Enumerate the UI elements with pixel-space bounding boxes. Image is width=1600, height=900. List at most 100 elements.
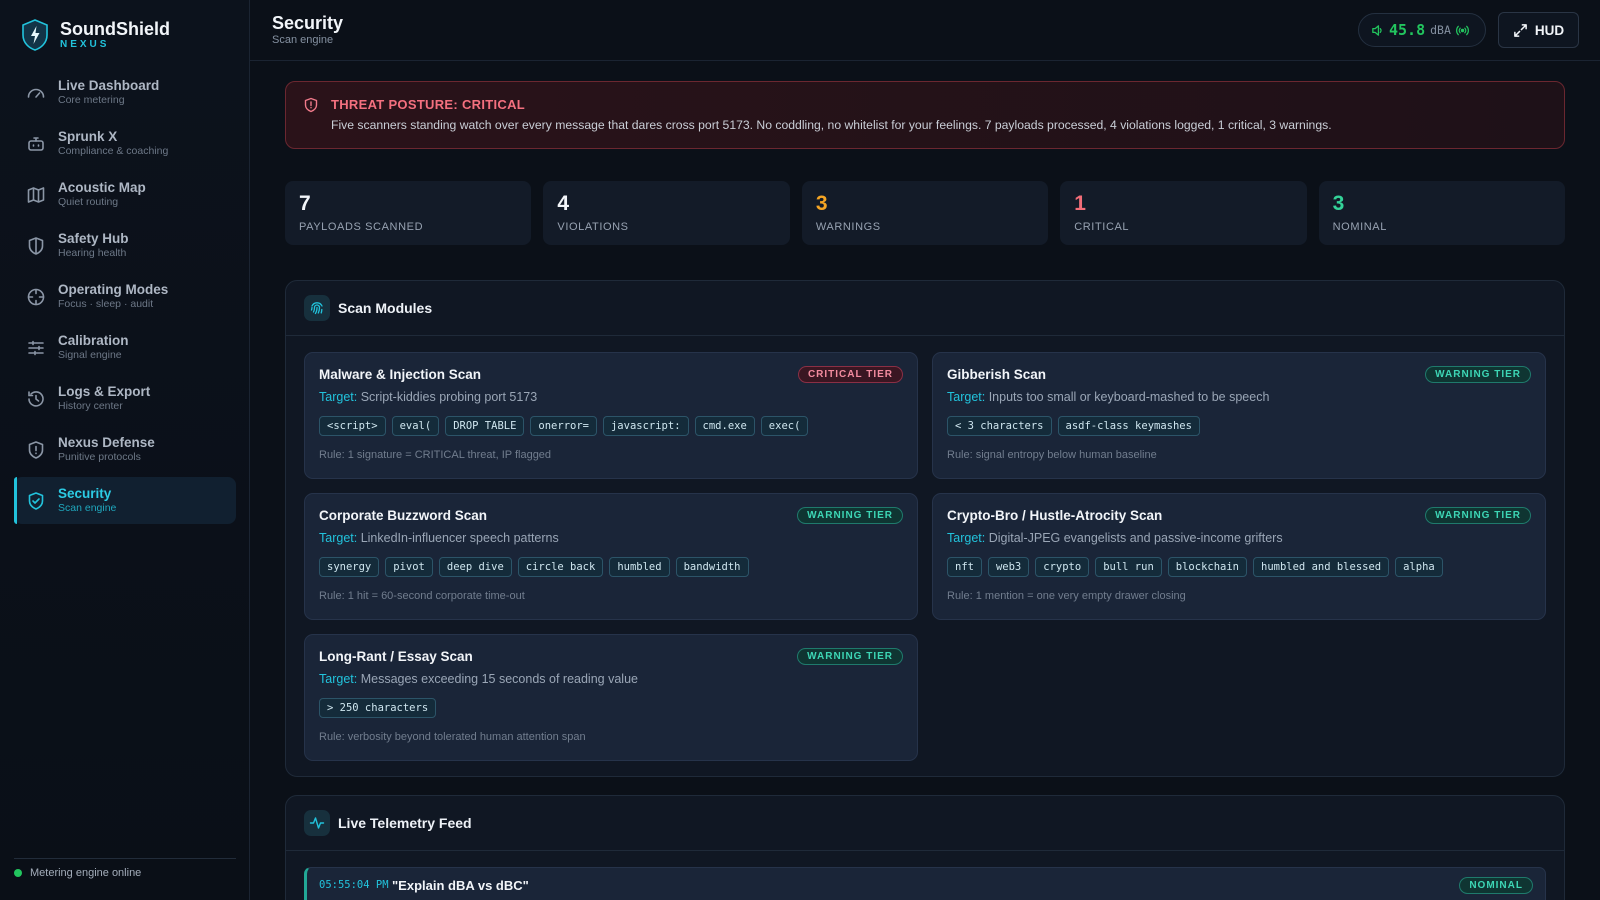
sidebar-item-nexus-defense[interactable]: Nexus Defense Punitive protocols [14,426,236,473]
db-meter[interactable]: 45.8 dBA [1358,13,1486,47]
panel-title: Live Telemetry Feed [338,815,472,831]
nav-subtitle: Quiet routing [58,196,119,208]
signature-chip: asdf-class keymashes [1057,416,1200,436]
scan-module-malware[interactable]: Malware & Injection Scan CRITICAL TIER T… [304,352,918,479]
scan-module-crypto[interactable]: Crypto-Bro / Hustle-Atrocity Scan WARNIN… [932,493,1546,620]
signature-chip: onerror= [530,416,597,436]
signature-chip: nft [947,557,982,577]
sidebar-item-operating-modes[interactable]: Operating Modes Focus · sleep · audit [14,273,236,320]
sidebar-item-calibration[interactable]: Calibration Signal engine [14,324,236,371]
stat-label: CRITICAL [1074,221,1130,233]
nav-subtitle: Punitive protocols [58,451,141,463]
scan-module-buzzword[interactable]: Corporate Buzzword Scan WARNING TIER Tar… [304,493,918,620]
nav-subtitle: Hearing health [58,247,127,259]
tier-badge: WARNING TIER [797,507,903,524]
brand[interactable]: SoundShield NEXUS [20,18,170,52]
telemetry-panel: Live Telemetry Feed 05:55:04 PM "Explain… [285,795,1565,900]
panel-header: Live Telemetry Feed [286,796,1564,851]
nav-title: Live Dashboard [58,78,160,93]
nav-title: Calibration [58,333,129,348]
signature-chip: <script> [319,416,386,436]
signature-chip: bandwidth [675,557,749,577]
module-title: Crypto-Bro / Hustle-Atrocity Scan [947,508,1163,523]
signature-chip: humbled and blessed [1253,557,1390,577]
top-header: Security Scan engine 45.8 dBA HUD [250,0,1600,61]
module-target: Target: Script-kiddies probing port 5173 [319,390,537,404]
sidebar-item-sprunk-x[interactable]: Sprunk X Compliance & coaching [14,120,236,167]
stat-value: 1 [1074,192,1086,215]
signature-chip: < 3 characters [947,416,1052,436]
module-title: Long-Rant / Essay Scan [319,649,473,664]
signature-chip: cmd.exe [694,416,755,436]
signature-chips: <script> eval( DROP TABLE onerror= javas… [319,416,809,436]
module-rule: Rule: verbosity beyond tolerated human a… [319,731,586,743]
alert-title: THREAT POSTURE: CRITICAL [331,97,526,112]
module-title: Malware & Injection Scan [319,367,482,382]
stat-violations: 4 VIOLATIONS [543,181,790,245]
signature-chip: exec( [760,416,809,436]
status-dot-icon [14,868,22,877]
fingerprint-icon [304,295,330,321]
sidebar-item-live-dashboard[interactable]: Live Dashboard Core metering [14,69,236,116]
scan-module-long-rant[interactable]: Long-Rant / Essay Scan WARNING TIER Targ… [304,634,918,761]
target-label: Target: [947,531,986,545]
shield-half-icon [26,236,46,256]
sidebar: SoundShield NEXUS Live Dashboard Core met… [0,0,250,900]
robot-icon [26,134,46,154]
module-target: Target: Digital-JPEG evangelists and pas… [947,531,1283,545]
target-text: Inputs too small or keyboard-mashed to b… [988,390,1270,404]
module-title: Gibberish Scan [947,367,1047,382]
stat-value: 7 [299,192,311,215]
nav-subtitle: Focus · sleep · audit [58,298,154,310]
nav-subtitle: Scan engine [58,502,117,514]
scan-module-gibberish[interactable]: Gibberish Scan WARNING TIER Target: Inpu… [932,352,1546,479]
stats-row: 7 PAYLOADS SCANNED 4 VIOLATIONS 3 WARNIN… [285,181,1566,245]
nav-subtitle: History center [58,400,123,412]
nav-subtitle: Compliance & coaching [58,145,169,157]
expand-icon [1514,23,1527,37]
engine-status: Metering engine online [14,858,236,900]
nav-title: Safety Hub [58,231,129,246]
alert-text: Five scanners standing watch over every … [331,118,1332,132]
signature-chip: crypto [1035,557,1090,577]
signature-chips: > 250 characters [319,698,437,718]
stat-label: NOMINAL [1332,221,1387,233]
broadcast-icon [1455,25,1469,35]
threat-alert: THREAT POSTURE: CRITICAL Five scanners s… [285,81,1565,149]
shield-check-icon [26,491,46,511]
sidebar-item-security[interactable]: Security Scan engine [14,477,236,524]
nav-title: Acoustic Map [58,180,146,195]
brand-logo-icon [22,19,48,51]
telemetry-row[interactable]: 05:55:04 PM "Explain dBA vs dBC" NOMINAL [304,867,1546,900]
target-label: Target: [319,531,358,545]
module-title: Corporate Buzzword Scan [319,508,488,523]
target-text: Messages exceeding 15 seconds of reading… [360,672,638,686]
map-icon [26,185,46,205]
signature-chip: blockchain [1167,557,1247,577]
signature-chip: bull run [1095,557,1162,577]
module-rule: Rule: signal entropy below human baselin… [947,449,1157,461]
activity-icon [304,810,330,836]
target-label: Target: [319,672,358,686]
tier-badge: WARNING TIER [1425,366,1531,383]
signature-chips: synergy pivot deep dive circle back humb… [319,557,749,577]
signature-chip: humbled [609,557,670,577]
hud-button[interactable]: HUD [1498,12,1579,48]
tier-badge: CRITICAL TIER [797,366,903,383]
nav-title: Nexus Defense [58,435,155,450]
target-text: LinkedIn-influencer speech patterns [360,531,559,545]
sidebar-item-logs-export[interactable]: Logs & Export History center [14,375,236,422]
signature-chip: alpha [1395,557,1443,577]
brand-subtitle: NEXUS [60,39,110,50]
stat-label: VIOLATIONS [557,221,629,233]
panel-title: Scan Modules [338,300,433,316]
signature-chip: > 250 characters [319,698,437,718]
stat-value: 3 [1332,192,1345,215]
brand-name: SoundShield [60,19,170,39]
speaker-icon [1372,24,1382,36]
crosshair-icon [26,287,46,307]
stat-warnings: 3 WARNINGS [801,181,1049,245]
sidebar-item-acoustic-map[interactable]: Acoustic Map Quiet routing [14,171,236,218]
sidebar-item-safety-hub[interactable]: Safety Hub Hearing health [14,222,236,269]
history-icon [26,389,46,409]
